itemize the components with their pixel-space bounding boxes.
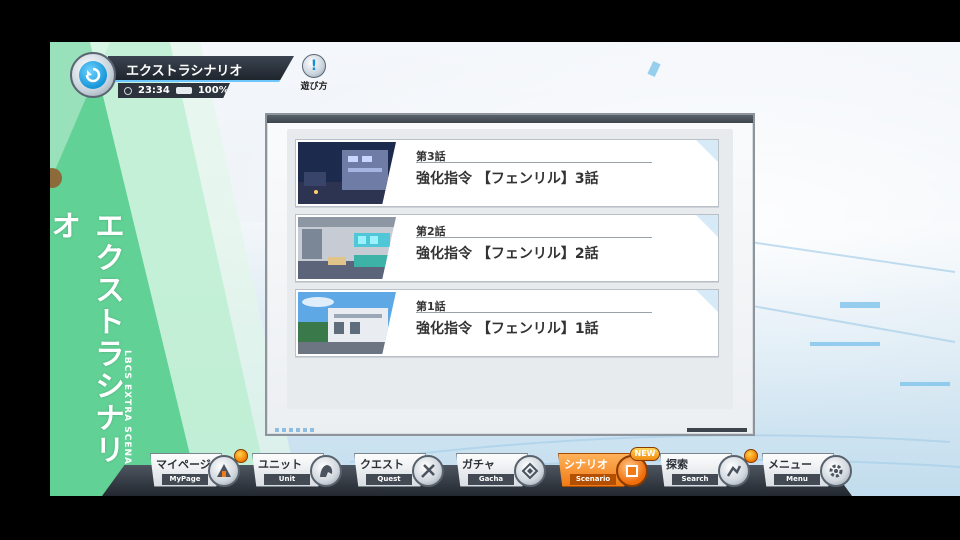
episode-card-1[interactable]: 第1話 強化指令 【フェンリル】1話 (295, 289, 719, 357)
nav-label: メニュー (768, 458, 812, 471)
nav-gacha[interactable]: ガチャ Gacha (456, 453, 554, 491)
nav-sublabel: Unit (264, 474, 310, 485)
nav-sublabel: MyPage (162, 474, 208, 485)
nav-label: シナリオ (564, 458, 608, 471)
nav-unit[interactable]: ユニット Unit (252, 453, 350, 491)
help-button[interactable]: ! 遊び方 (298, 54, 330, 94)
episode-title: 強化指令 【フェンリル】3話 (416, 171, 599, 187)
back-arrow-icon (79, 61, 107, 89)
unit-icon (310, 455, 342, 487)
nav-sublabel: Quest (366, 474, 412, 485)
battery-icon (175, 87, 192, 94)
nav-label: 探索 (666, 458, 688, 471)
episode-divider (416, 237, 652, 238)
episode-thumbnail-room-interior (298, 217, 396, 279)
new-badge: NEW (630, 447, 660, 461)
episode-card-3[interactable]: 第3話 強化指令 【フェンリル】3話 (295, 139, 719, 207)
card-corner-decoration (696, 215, 718, 237)
episode-thumbnail-day-building (298, 292, 396, 354)
status-bar: 23:34 100% (118, 83, 230, 98)
episode-title: 強化指令 【フェンリル】2話 (416, 246, 599, 262)
episode-divider (416, 312, 652, 313)
card-corner-decoration (696, 140, 718, 162)
battery-level: 100% (197, 85, 229, 96)
nav-label: マイページ (156, 458, 211, 471)
episode-title: 強化指令 【フェンリル】1話 (416, 321, 599, 337)
exclamation-icon: ! (302, 54, 326, 78)
nav-sublabel: Scenario (570, 474, 616, 485)
gacha-icon (514, 455, 546, 487)
quest-icon (412, 455, 444, 487)
episode-divider (416, 162, 652, 163)
nav-quest[interactable]: クエスト Quest (354, 453, 452, 491)
clock-time: 23:34 (138, 85, 170, 96)
nav-sublabel: Search (672, 474, 718, 485)
window-deco-bar (687, 428, 747, 432)
clock-icon (124, 86, 132, 95)
header-plate: エクストラシナリオ 23:34 100% (70, 50, 300, 100)
episode-card-2[interactable]: 第2話 強化指令 【フェンリル】2話 (295, 214, 719, 282)
nav-label: クエスト (360, 458, 404, 471)
back-button[interactable] (70, 52, 116, 98)
nav-search[interactable]: 探索 Search (660, 449, 758, 491)
bottom-navigation: マイページ MyPage ユニット Unit クエスト Quest ガチャ Ga… (50, 447, 910, 496)
nav-mypage[interactable]: マイページ MyPage (150, 449, 248, 491)
notification-dot (744, 449, 758, 463)
card-corner-decoration (696, 290, 718, 312)
game-viewport: エクストラシナリオ LBCS EXTRA SCENARIO エクストラシナリオ … (50, 42, 960, 496)
nav-sublabel: Menu (774, 474, 820, 485)
notification-dot (234, 449, 248, 463)
episode-thumbnail-night-street (298, 142, 396, 204)
screen-title: エクストラシナリオ (126, 64, 243, 79)
window-deco-stripes (275, 428, 315, 432)
window-titlebar (267, 115, 753, 123)
nav-label: ユニット (258, 458, 302, 471)
episode-list-window: 第3話 強化指令 【フェンリル】3話 第2話 強化指令 【フェンリル】2話 第1… (265, 113, 755, 436)
nav-label: ガチャ (462, 458, 495, 471)
help-label: 遊び方 (300, 82, 328, 92)
title-bar: エクストラシナリオ (108, 56, 294, 82)
gear-icon (820, 455, 852, 487)
nav-menu[interactable]: メニュー Menu (762, 453, 860, 491)
nav-sublabel: Gacha (468, 474, 514, 485)
